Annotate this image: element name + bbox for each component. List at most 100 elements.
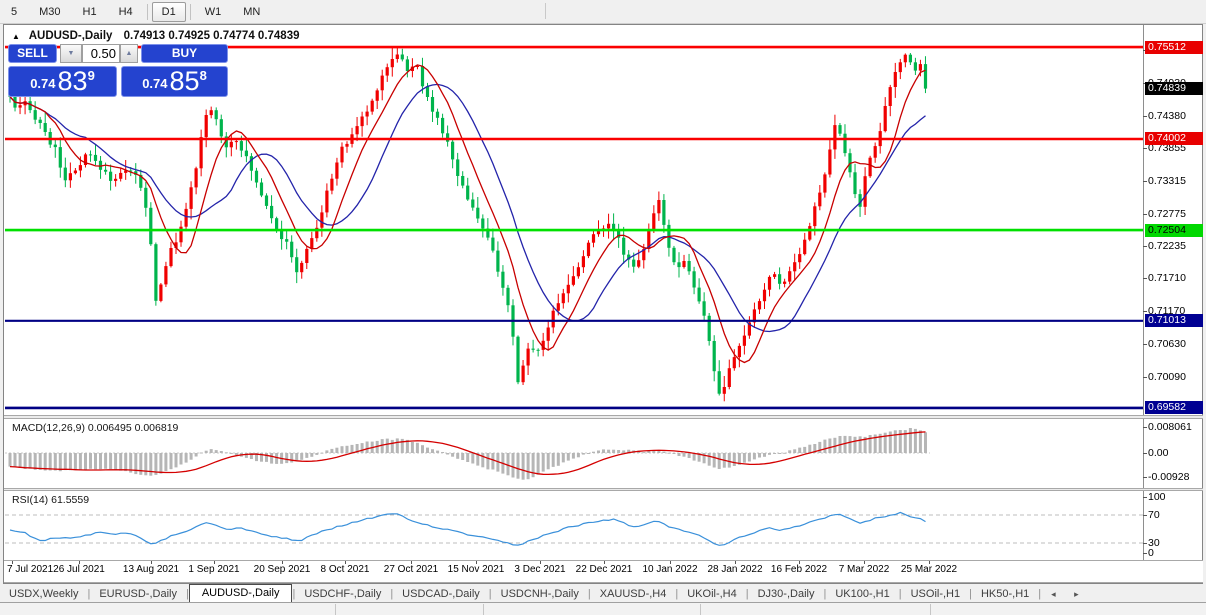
- volume-decrease-icon[interactable]: ▼: [60, 44, 82, 63]
- y-axis-tick-label: 0.70090: [1148, 371, 1204, 383]
- y-axis-tickmark: [1143, 278, 1147, 279]
- macd-values: 0.006495 0.006819: [88, 422, 179, 434]
- rsi-value: 61.5559: [51, 494, 89, 506]
- y-axis-tickmark: [1143, 377, 1147, 378]
- chart-symbol-label: AUDUSD-,Daily: [29, 30, 113, 42]
- symbol-tab-xauusd-h4[interactable]: XAUUSD-,H4: [591, 586, 676, 602]
- tab-scroll-arrows[interactable]: ◂ ▸: [1051, 589, 1087, 602]
- symbol-tab-usdcnh-daily[interactable]: USDCNH-,Daily: [492, 586, 588, 602]
- ma-slow-line: [10, 84, 926, 331]
- x-axis-label: 3 Dec 2021: [514, 564, 565, 575]
- symbol-tab-usdcad-daily[interactable]: USDCAD-,Daily: [393, 586, 489, 602]
- x-axis-tickmark: [214, 561, 215, 564]
- x-axis-label: 7 Mar 2022: [839, 564, 890, 575]
- timeframe-button-h4[interactable]: H4: [109, 2, 143, 22]
- symbol-tab-uk100-h1[interactable]: UK100-,H1: [826, 586, 898, 602]
- sell-price-display[interactable]: 0.74 83 9: [8, 66, 117, 97]
- y-axis-tick-label: 0.70630: [1148, 338, 1204, 350]
- macd-axis-tickmark: [1143, 477, 1147, 478]
- x-axis-tickmark: [12, 561, 13, 564]
- chart-ohlc-values: 0.74913 0.74925 0.74774 0.74839: [124, 30, 300, 42]
- symbol-tab-hk50-h1[interactable]: HK50-,H1: [972, 586, 1038, 602]
- x-axis-tickmark: [799, 561, 800, 564]
- x-axis-tickmark: [476, 561, 477, 564]
- x-axis-tickmark: [604, 561, 605, 564]
- bottom-strip-separator: [483, 604, 484, 615]
- timeframe-button-mn[interactable]: MN: [233, 2, 270, 22]
- x-axis-tickmark: [151, 561, 152, 564]
- symbol-tab-usoil-h1[interactable]: USOil-,H1: [902, 586, 970, 602]
- symbol-tab-dj30-daily[interactable]: DJ30-,Daily: [749, 586, 824, 602]
- x-axis-label: 28 Jan 2022: [707, 564, 762, 575]
- collapse-chart-icon[interactable]: ▲: [12, 32, 20, 41]
- macd-label: MACD(12,26,9) 0.006495 0.006819: [12, 422, 178, 434]
- bottom-strip-separator: [700, 604, 701, 615]
- one-click-trade-panel: SELL ▼ ▲ BUY 0.74 83 9 0.74 85 8: [8, 44, 228, 97]
- symbol-tab-eurusd-daily[interactable]: EURUSD-,Daily: [90, 586, 186, 602]
- timeframe-button-5[interactable]: 5: [1, 2, 27, 22]
- toolbar-separator: [190, 4, 191, 20]
- timeframe-button-w1[interactable]: W1: [195, 2, 232, 22]
- x-axis-tickmark: [670, 561, 671, 564]
- price-level-box: 0.69582: [1145, 401, 1203, 414]
- bottom-strip-separator: [930, 604, 931, 615]
- volume-increase-icon[interactable]: ▲: [120, 44, 138, 63]
- symbol-tab-ukoil-h4[interactable]: UKOil-,H4: [678, 586, 746, 602]
- x-axis-label: 16 Feb 2022: [771, 564, 827, 575]
- price-axis-border: [1143, 25, 1144, 583]
- chart-title: ▲ AUDUSD-,Daily 0.74913 0.74925 0.74774 …: [12, 30, 300, 42]
- x-axis-label: 7 Jul 2021: [7, 564, 53, 575]
- timeframe-button-h1[interactable]: H1: [73, 2, 107, 22]
- macd-histogram: [9, 428, 928, 480]
- x-axis-label: 13 Aug 2021: [123, 564, 179, 575]
- sell-button[interactable]: SELL: [8, 44, 57, 63]
- x-axis-label: 25 Mar 2022: [901, 564, 957, 575]
- y-axis-tickmark: [1143, 311, 1147, 312]
- volume-input[interactable]: [82, 44, 120, 63]
- x-axis-tickmark: [345, 561, 346, 564]
- tab-separator: |: [1038, 586, 1041, 602]
- buy-price-display[interactable]: 0.74 85 8: [121, 66, 228, 97]
- buy-button[interactable]: BUY: [141, 44, 228, 63]
- sell-price-base: 0.74: [30, 76, 55, 91]
- rsi-axis-tickmark: [1143, 543, 1147, 544]
- x-axis-label: 8 Oct 2021: [321, 564, 370, 575]
- x-axis-tickmark: [864, 561, 865, 564]
- bottom-strip: [0, 602, 1206, 615]
- sell-price-pip: 9: [88, 68, 95, 83]
- time-axis[interactable]: 7 Jul 202126 Jul 202113 Aug 20211 Sep 20…: [4, 561, 1203, 583]
- macd-axis-label: -0.00928: [1148, 471, 1204, 483]
- candles-layer: [8, 47, 927, 401]
- rsi-axis-label: 70: [1148, 509, 1204, 521]
- y-axis-tick-label: 0.73315: [1148, 175, 1204, 187]
- y-axis-tickmark: [1143, 214, 1147, 215]
- x-axis-tickmark: [282, 561, 283, 564]
- y-axis-tickmark: [1143, 116, 1147, 117]
- pane-separator[interactable]: [4, 415, 1203, 419]
- price-level-box: 0.71013: [1145, 314, 1203, 327]
- rsi-indicator-pane[interactable]: [5, 491, 1143, 560]
- timeframe-button-m30[interactable]: M30: [29, 2, 70, 22]
- price-level-box: 0.75512: [1145, 41, 1203, 54]
- y-axis-tickmark: [1143, 181, 1147, 182]
- rsi-axis-tickmark: [1143, 553, 1147, 554]
- x-axis-tickmark: [929, 561, 930, 564]
- timeframe-button-d1[interactable]: D1: [152, 2, 186, 22]
- symbol-tab-usdchf-daily[interactable]: USDCHF-,Daily: [295, 586, 390, 602]
- ma-fast-line: [10, 65, 926, 363]
- buy-price-base: 0.74: [142, 76, 167, 91]
- price-level-box: 0.74839: [1145, 82, 1203, 95]
- macd-name: MACD(12,26,9): [12, 422, 85, 434]
- x-axis-tickmark: [411, 561, 412, 564]
- symbol-tab-usdx-weekly[interactable]: USDX,Weekly: [0, 586, 87, 602]
- price-level-box: 0.74002: [1145, 132, 1203, 145]
- rsi-line: [10, 512, 926, 545]
- y-axis-tick-label: 0.72235: [1148, 240, 1204, 252]
- x-axis-label: 15 Nov 2021: [448, 564, 505, 575]
- macd-axis-tickmark: [1143, 453, 1147, 454]
- pane-separator[interactable]: [4, 488, 1203, 491]
- rsi-label: RSI(14) 61.5559: [12, 494, 89, 506]
- symbol-tab-audusd-daily[interactable]: AUDUSD-,Daily: [189, 584, 293, 602]
- x-axis-label: 1 Sep 2021: [188, 564, 239, 575]
- x-axis-tickmark: [540, 561, 541, 564]
